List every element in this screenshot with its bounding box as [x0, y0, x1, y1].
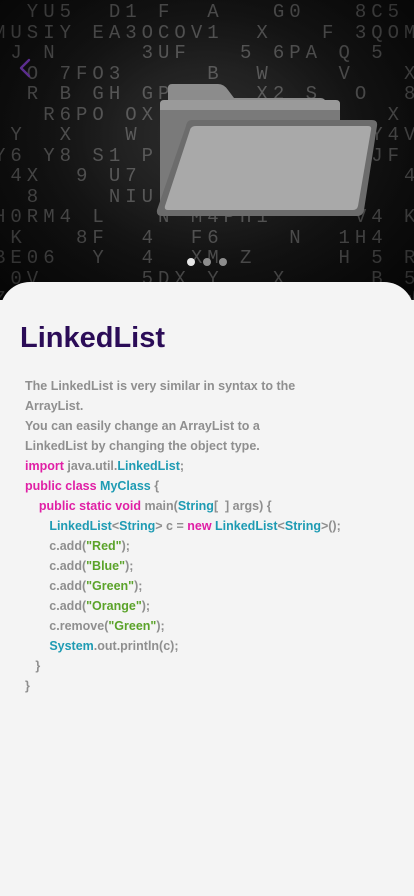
code-token: "Blue" [86, 559, 126, 573]
code-line: c.add("Blue"); [25, 556, 405, 576]
code-token: "Green" [86, 579, 135, 593]
description-line: LinkedList by changing the object type. [25, 439, 260, 453]
code-token: [ ] args) { [213, 499, 272, 513]
code-token: LinkedList [49, 519, 112, 533]
code-line: import java.util.LinkedList; [25, 456, 405, 476]
code-token: ); [125, 559, 134, 573]
code-token: public class [25, 479, 101, 493]
code-line: public class MyClass { [25, 476, 405, 496]
code-token: main( [144, 499, 178, 513]
carousel-dot[interactable] [219, 258, 227, 266]
code-token: c.add( [25, 579, 87, 593]
lesson-body: The LinkedList is very similar in syntax… [25, 376, 405, 696]
code-token: "Red" [86, 539, 122, 553]
code-line: } [25, 676, 405, 696]
code-line: LinkedList<String> c = new LinkedList<St… [25, 516, 405, 536]
code-token: public static void [38, 499, 145, 513]
code-token: LinkedList [215, 519, 278, 533]
code-token: ); [156, 619, 165, 633]
code-token: { [150, 479, 160, 493]
description-line: ArrayList. [25, 399, 84, 413]
code-token: String [119, 519, 156, 533]
code-token: c.add( [25, 539, 87, 553]
code-token: ); [134, 579, 143, 593]
code-line: c.add("Green"); [25, 576, 405, 596]
code-token: > c = [155, 519, 188, 533]
description-line: You can easily change an ArrayList to a [25, 419, 260, 433]
code-token: } [25, 659, 41, 673]
code-token: ); [121, 539, 130, 553]
code-line: c.add("Red"); [25, 536, 405, 556]
code-token: LinkedList [117, 459, 180, 473]
code-token: "Green" [108, 619, 157, 633]
folder-icon [156, 84, 378, 216]
code-token: new [187, 519, 216, 533]
page-title: LinkedList [20, 322, 166, 354]
code-line: System.out.println(c); [25, 636, 405, 656]
code-line: c.add("Orange"); [25, 596, 405, 616]
code-line: c.remove("Green"); [25, 616, 405, 636]
code-token: } [25, 679, 30, 693]
code-token: >(); [320, 519, 341, 533]
code-token: import [25, 459, 64, 473]
code-token: MyClass [100, 479, 151, 493]
code-line: } [25, 656, 405, 676]
code-token: < [277, 519, 285, 533]
chevron-left-icon[interactable] [14, 56, 38, 80]
code-token: c.remove( [25, 619, 109, 633]
code-token: java.util. [63, 459, 118, 473]
code-token: System [49, 639, 94, 653]
description-line: The LinkedList is very similar in syntax… [25, 379, 296, 393]
hero-banner: YU5 D1 F A G0 8C5 MUSIY EA3OCOV1 X F 3QO… [0, 0, 414, 300]
code-token: c.add( [25, 559, 87, 573]
code-token: String [177, 499, 214, 513]
code-token: "Orange" [86, 599, 142, 613]
code-line: public static void main(String[ ] args) … [25, 496, 405, 516]
carousel-dot[interactable] [187, 258, 195, 266]
code-token: ; [179, 459, 185, 473]
code-token: .out.println(c); [93, 639, 179, 653]
code-token: ); [141, 599, 151, 613]
carousel-dot[interactable] [203, 258, 211, 266]
lesson-description: The LinkedList is very similar in syntax… [25, 376, 405, 456]
code-token: c.add( [25, 599, 87, 613]
code-block: import java.util.LinkedList; public class… [25, 456, 405, 696]
code-token: String [284, 519, 321, 533]
carousel-indicator[interactable] [0, 258, 414, 266]
